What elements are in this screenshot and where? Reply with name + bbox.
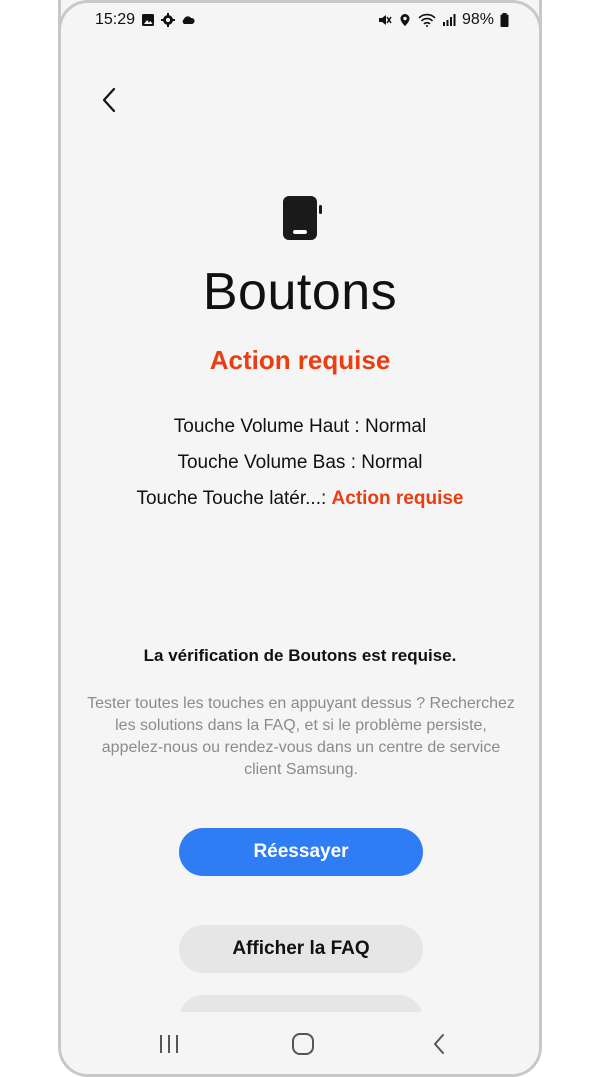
back-icon xyxy=(434,1034,444,1054)
status-time: 15:29 xyxy=(95,11,136,28)
nav-back-button[interactable] xyxy=(421,1026,457,1062)
check-label: Touche Volume Haut : xyxy=(173,416,365,437)
check-value: Normal xyxy=(361,452,423,473)
navigation-bar xyxy=(61,1012,539,1074)
check-list: Touche Volume Haut : Normal Touche Volum… xyxy=(61,412,539,520)
recent-apps-icon xyxy=(160,1035,178,1053)
settings-icon xyxy=(161,13,176,27)
phone-frame: 15:29 98% Boutons Action requise Touche … xyxy=(58,0,542,1077)
status-left: 15:29 xyxy=(95,11,195,29)
status-label: Action requise xyxy=(209,345,391,375)
requirement-description: Tester toutes les touches en appuyant de… xyxy=(87,695,515,778)
check-label: Touche Touche latér...: xyxy=(136,488,332,509)
check-row-volume-down: Touche Volume Bas : Normal xyxy=(61,448,539,484)
signal-icon xyxy=(442,14,456,26)
back-button[interactable] xyxy=(91,82,127,118)
gallery-icon xyxy=(142,14,155,26)
faq-button[interactable]: Afficher la FAQ xyxy=(179,925,423,973)
cloud-icon xyxy=(182,16,195,24)
check-label: Touche Volume Bas : xyxy=(177,452,362,473)
check-row-side-key: Touche Touche latér...: Action requise xyxy=(61,484,539,520)
status-bar: 15:29 98% xyxy=(61,0,539,42)
page-title: Boutons xyxy=(202,263,398,321)
home-button[interactable] xyxy=(285,1026,321,1062)
recent-apps-button[interactable] xyxy=(151,1026,187,1062)
wifi-icon xyxy=(418,13,436,27)
location-icon xyxy=(400,14,410,26)
check-value-alert: Action requise xyxy=(331,488,464,509)
check-value: Normal xyxy=(364,416,427,437)
mute-icon xyxy=(378,15,392,25)
phone-side-button-icon xyxy=(283,196,322,240)
battery-percent: 98% xyxy=(461,11,494,28)
status-right: 98% xyxy=(378,11,509,29)
retry-button[interactable]: Réessayer xyxy=(179,828,423,876)
requirement-title: La vérification de Boutons est requise. xyxy=(143,646,457,665)
back-chevron-icon xyxy=(102,87,116,113)
home-icon xyxy=(292,1033,314,1055)
check-row-volume-up: Touche Volume Haut : Normal xyxy=(61,412,539,448)
battery-icon xyxy=(500,13,509,27)
